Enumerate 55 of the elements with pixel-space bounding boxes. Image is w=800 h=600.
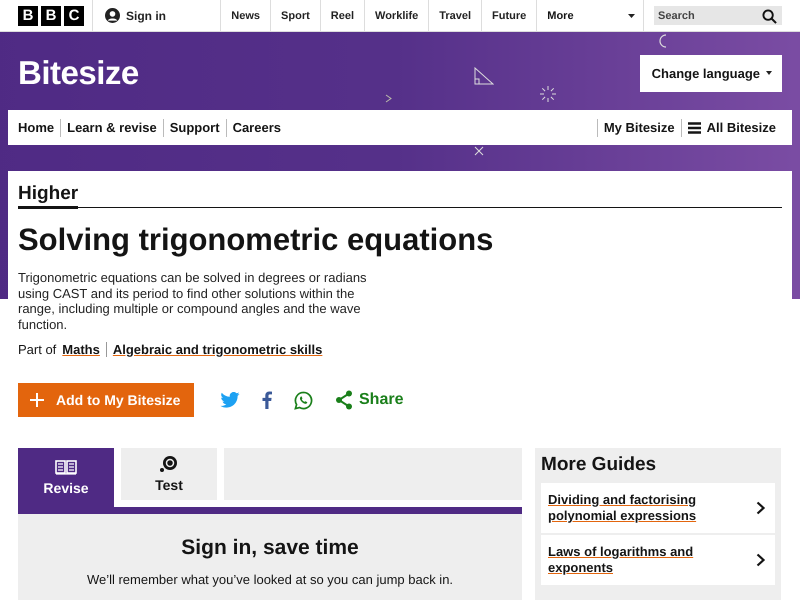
top-nav-link[interactable]: Future [482,0,538,31]
chevron-right-icon [756,553,765,567]
menu-icon [688,122,701,134]
tab[interactable]: Test [121,448,217,500]
subject-link[interactable]: Algebraic and trigonometric skills [106,342,328,357]
top-nav-link[interactable]: Worklife [365,0,430,31]
crescent-icon [658,34,668,48]
facebook-icon[interactable] [262,391,272,409]
logo-letter[interactable]: B [18,6,38,26]
share-link[interactable]: Share [335,390,404,410]
more-guides-heading: More Guides [541,454,658,476]
plus-icon [30,393,44,407]
whatsapp-icon[interactable] [294,390,313,410]
top-nav-link[interactable]: News [221,0,272,31]
panel-text: We’ll remember what you’ve looked at so you can jump back in. [86,572,454,587]
my-bitesize-link[interactable]: My Bitesize [596,118,681,136]
guide-description: Trigonometric equations can be solved in degrees or radians using CAST and its period to find other solutions within the range, including multiple or compound angles and the wave function. [18,270,368,332]
page-title: Solving trigonometric equations [18,222,494,258]
share-icon [335,390,353,410]
guide-list-item[interactable]: Dividing and factorising polynomial expressions [541,483,775,533]
site-nav-link[interactable]: Learn & revise [60,118,163,136]
book-icon [55,460,77,476]
site-title[interactable]: Bitesize [18,54,139,92]
triangle-icon [474,67,494,85]
level-label: Higher [18,183,78,209]
more-menu[interactable]: More [537,0,644,31]
search-icon [762,9,777,24]
guide-list-item[interactable]: Laws of logarithms and exponents [541,535,775,585]
guide-link[interactable]: Dividing and factorising polynomial expressions [548,492,728,524]
site-nav-link[interactable]: Home [18,118,60,136]
top-nav-link[interactable]: Travel [429,0,482,31]
quiz-bubble-icon [159,455,179,473]
site-nav-link[interactable]: Support [162,118,226,136]
chevron-right-icon [756,501,765,515]
logo-letter[interactable]: B [41,6,61,26]
tab[interactable]: Revise [18,448,114,507]
cross-icon [474,146,484,156]
change-language-button[interactable]: Change language [640,54,782,92]
chevron-icon [385,94,392,103]
search-field[interactable]: Search [654,6,782,25]
sunburst-icon [540,86,556,102]
panel-heading: Sign in, save time [180,536,360,560]
part-of-label: Part of [18,342,56,357]
logo-letter[interactable]: C [64,6,84,26]
top-nav-link[interactable]: Sport [271,0,321,31]
caret-icon [628,14,635,18]
subject-link[interactable]: Maths [56,342,106,357]
top-nav-link[interactable]: Reel [320,0,366,31]
caret-icon [766,71,772,75]
guide-link[interactable]: Laws of logarithms and exponents [548,544,728,576]
sign-in-link[interactable]: Sign in [93,0,222,31]
site-nav-link[interactable]: Careers [226,118,287,136]
all-bitesize-link[interactable]: All Bitesize [680,118,782,136]
user-icon [105,8,120,23]
twitter-icon[interactable] [220,392,240,408]
